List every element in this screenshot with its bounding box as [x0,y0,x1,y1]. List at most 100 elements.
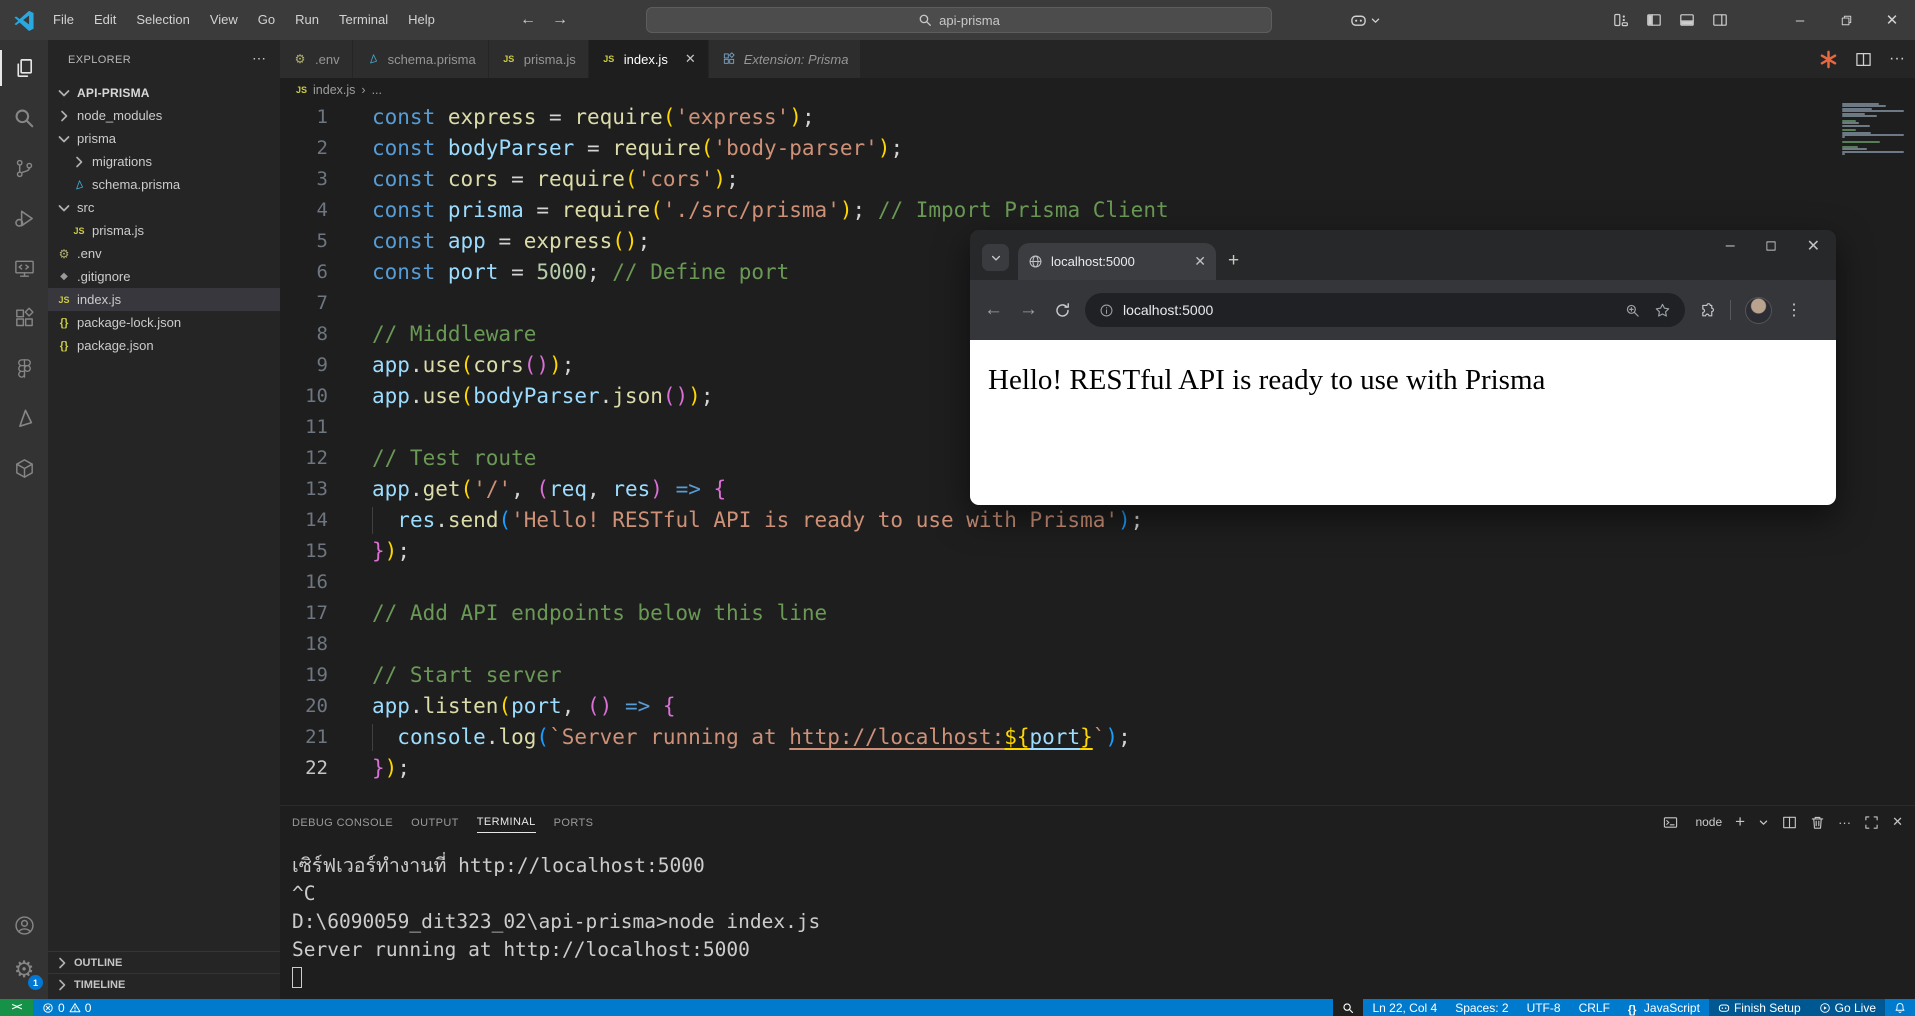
browser-close-icon[interactable]: ✕ [1807,236,1820,256]
status-crlf[interactable]: CRLF [1570,999,1619,1016]
activity-item-search[interactable] [0,94,48,142]
kill-terminal-icon[interactable] [1810,815,1825,830]
tree-item-prisma[interactable]: prisma [48,127,280,150]
search-value: api-prisma [939,13,1000,28]
tab-prisma-js[interactable]: JSprisma.js [489,40,589,78]
tab-index-js[interactable]: JSindex.js✕ [589,40,709,78]
activity-item-explorer[interactable] [0,44,48,92]
activity-item-extensions[interactable] [0,294,48,342]
close-tab-icon[interactable]: ✕ [1194,253,1206,270]
menu-view[interactable]: View [200,0,248,40]
tree-item-package-json[interactable]: {}package.json [48,334,280,357]
split-terminal-icon[interactable] [1782,815,1797,830]
code-text: // Start server [372,660,562,691]
status-finish-setup[interactable]: Finish Setup [1709,999,1810,1016]
status-go-live[interactable]: Go Live [1810,999,1885,1016]
close-panel-icon[interactable]: ✕ [1892,814,1903,830]
activity-item-run-debug[interactable] [0,194,48,242]
browser-minimize-icon[interactable]: – [1726,237,1735,255]
status-spaces-2[interactable]: Spaces: 2 [1446,999,1517,1016]
browser-forward-icon[interactable]: → [1019,299,1038,321]
status-ln-22-col-4[interactable]: Ln 22, Col 4 [1363,999,1446,1016]
more-actions-icon[interactable]: ··· [1889,50,1905,68]
menu-go[interactable]: Go [248,0,285,40]
tab-schema-prisma[interactable]: schema.prisma [353,40,489,78]
tab-extension-prisma[interactable]: Extension: Prisma [709,40,862,78]
toggle-secondary-sidebar-icon[interactable] [1712,12,1728,28]
activity-item-cube[interactable] [0,444,48,492]
panel-tab-output[interactable]: OUTPUT [411,813,459,833]
back-arrow-icon[interactable]: ← [520,11,536,29]
menu-file[interactable]: File [43,0,84,40]
tree-item-node-modules[interactable]: node_modules [48,104,280,127]
tree-item-label: package-lock.json [77,315,181,330]
menu-selection[interactable]: Selection [126,0,199,40]
browser-maximize-icon[interactable] [1765,240,1777,252]
toggle-panel-icon[interactable] [1679,12,1695,28]
panel-tab-debug-console[interactable]: DEBUG CONSOLE [292,813,393,833]
tree-item-index-js[interactable]: JSindex.js [48,288,280,311]
tree-root[interactable]: API-PRISMA [48,81,280,104]
minimap[interactable] [1842,103,1908,156]
new-terminal-icon[interactable]: + [1735,812,1745,832]
status-javascript[interactable]: {}JavaScript [1619,999,1709,1016]
browser-back-icon[interactable]: ← [984,299,1003,321]
panel-more-icon[interactable]: ··· [1838,815,1851,830]
maximize-panel-icon[interactable] [1864,815,1879,830]
panel-tab-terminal[interactable]: TERMINAL [477,812,536,833]
minimize-button[interactable]: – [1777,0,1823,40]
split-editor-icon[interactable] [1855,51,1872,68]
forward-arrow-icon[interactable]: → [552,11,568,29]
status-search[interactable] [1333,999,1363,1016]
sidebar-more-actions[interactable]: ⋯ [252,50,266,67]
browser-reload-icon[interactable] [1054,302,1071,319]
tree-item-package-lock-json[interactable]: {}package-lock.json [48,311,280,334]
browser-menu-icon[interactable]: ⋮ [1786,300,1802,320]
tree-item--gitignore[interactable]: ◆.gitignore [48,265,280,288]
site-info-icon[interactable] [1099,303,1114,318]
browser-tab[interactable]: localhost:5000 ✕ [1018,243,1216,280]
close-tab-icon[interactable]: ✕ [685,51,696,67]
timeline-section[interactable]: TIMELINE [48,973,280,995]
menu-help[interactable]: Help [398,0,445,40]
copilot-menu[interactable] [1350,0,1381,40]
terminal-output[interactable]: เซิร์ฟเวอร์ทำงานที่ http://localhost:500… [292,852,1905,988]
tab-search-button[interactable] [982,244,1009,271]
remote-indicator[interactable]: >< [0,999,33,1016]
status-utf-8[interactable]: UTF-8 [1518,999,1570,1016]
bookmark-star-icon[interactable] [1654,302,1671,319]
restore-button[interactable] [1823,0,1869,40]
activity-item-remote-explorer[interactable] [0,244,48,292]
close-button[interactable]: ✕ [1869,0,1915,40]
menu-terminal[interactable]: Terminal [329,0,398,40]
customize-layout-icon[interactable] [1613,12,1629,28]
activity-item-prisma[interactable] [0,394,48,442]
command-center-search[interactable]: api-prisma [646,7,1272,33]
new-tab-button[interactable]: + [1228,250,1239,272]
activity-item-figma[interactable] [0,344,48,392]
activity-item-account[interactable] [0,903,48,948]
terminal-dropdown-icon[interactable] [1758,817,1769,828]
zoom-search-icon[interactable] [1625,303,1640,318]
menu-edit[interactable]: Edit [84,0,126,40]
tree-item-src[interactable]: src [48,196,280,219]
address-bar[interactable]: localhost:5000 [1085,293,1685,327]
tree-item-schema-prisma[interactable]: schema.prisma [48,173,280,196]
terminal-cursor[interactable] [292,967,302,988]
activity-item-settings[interactable]: ⚙1 [0,948,48,993]
problems-status[interactable]: 0 0 [33,999,100,1016]
breadcrumb[interactable]: JS index.js › ... [280,78,1915,102]
panel-tab-ports[interactable]: PORTS [554,813,594,833]
extensions-puzzle-icon[interactable] [1699,302,1716,319]
profile-avatar[interactable] [1745,297,1772,324]
tree-item--env[interactable]: ⚙.env [48,242,280,265]
tab--env[interactable]: ⚙.env [280,40,353,78]
activity-item-source-control[interactable] [0,144,48,192]
menu-run[interactable]: Run [285,0,329,40]
extension-starburst-icon[interactable] [1819,50,1838,69]
outline-section[interactable]: OUTLINE [48,951,280,973]
tree-item-prisma-js[interactable]: JSprisma.js [48,219,280,242]
status-bell[interactable] [1885,999,1915,1016]
toggle-sidebar-icon[interactable] [1646,12,1662,28]
tree-item-migrations[interactable]: migrations [48,150,280,173]
